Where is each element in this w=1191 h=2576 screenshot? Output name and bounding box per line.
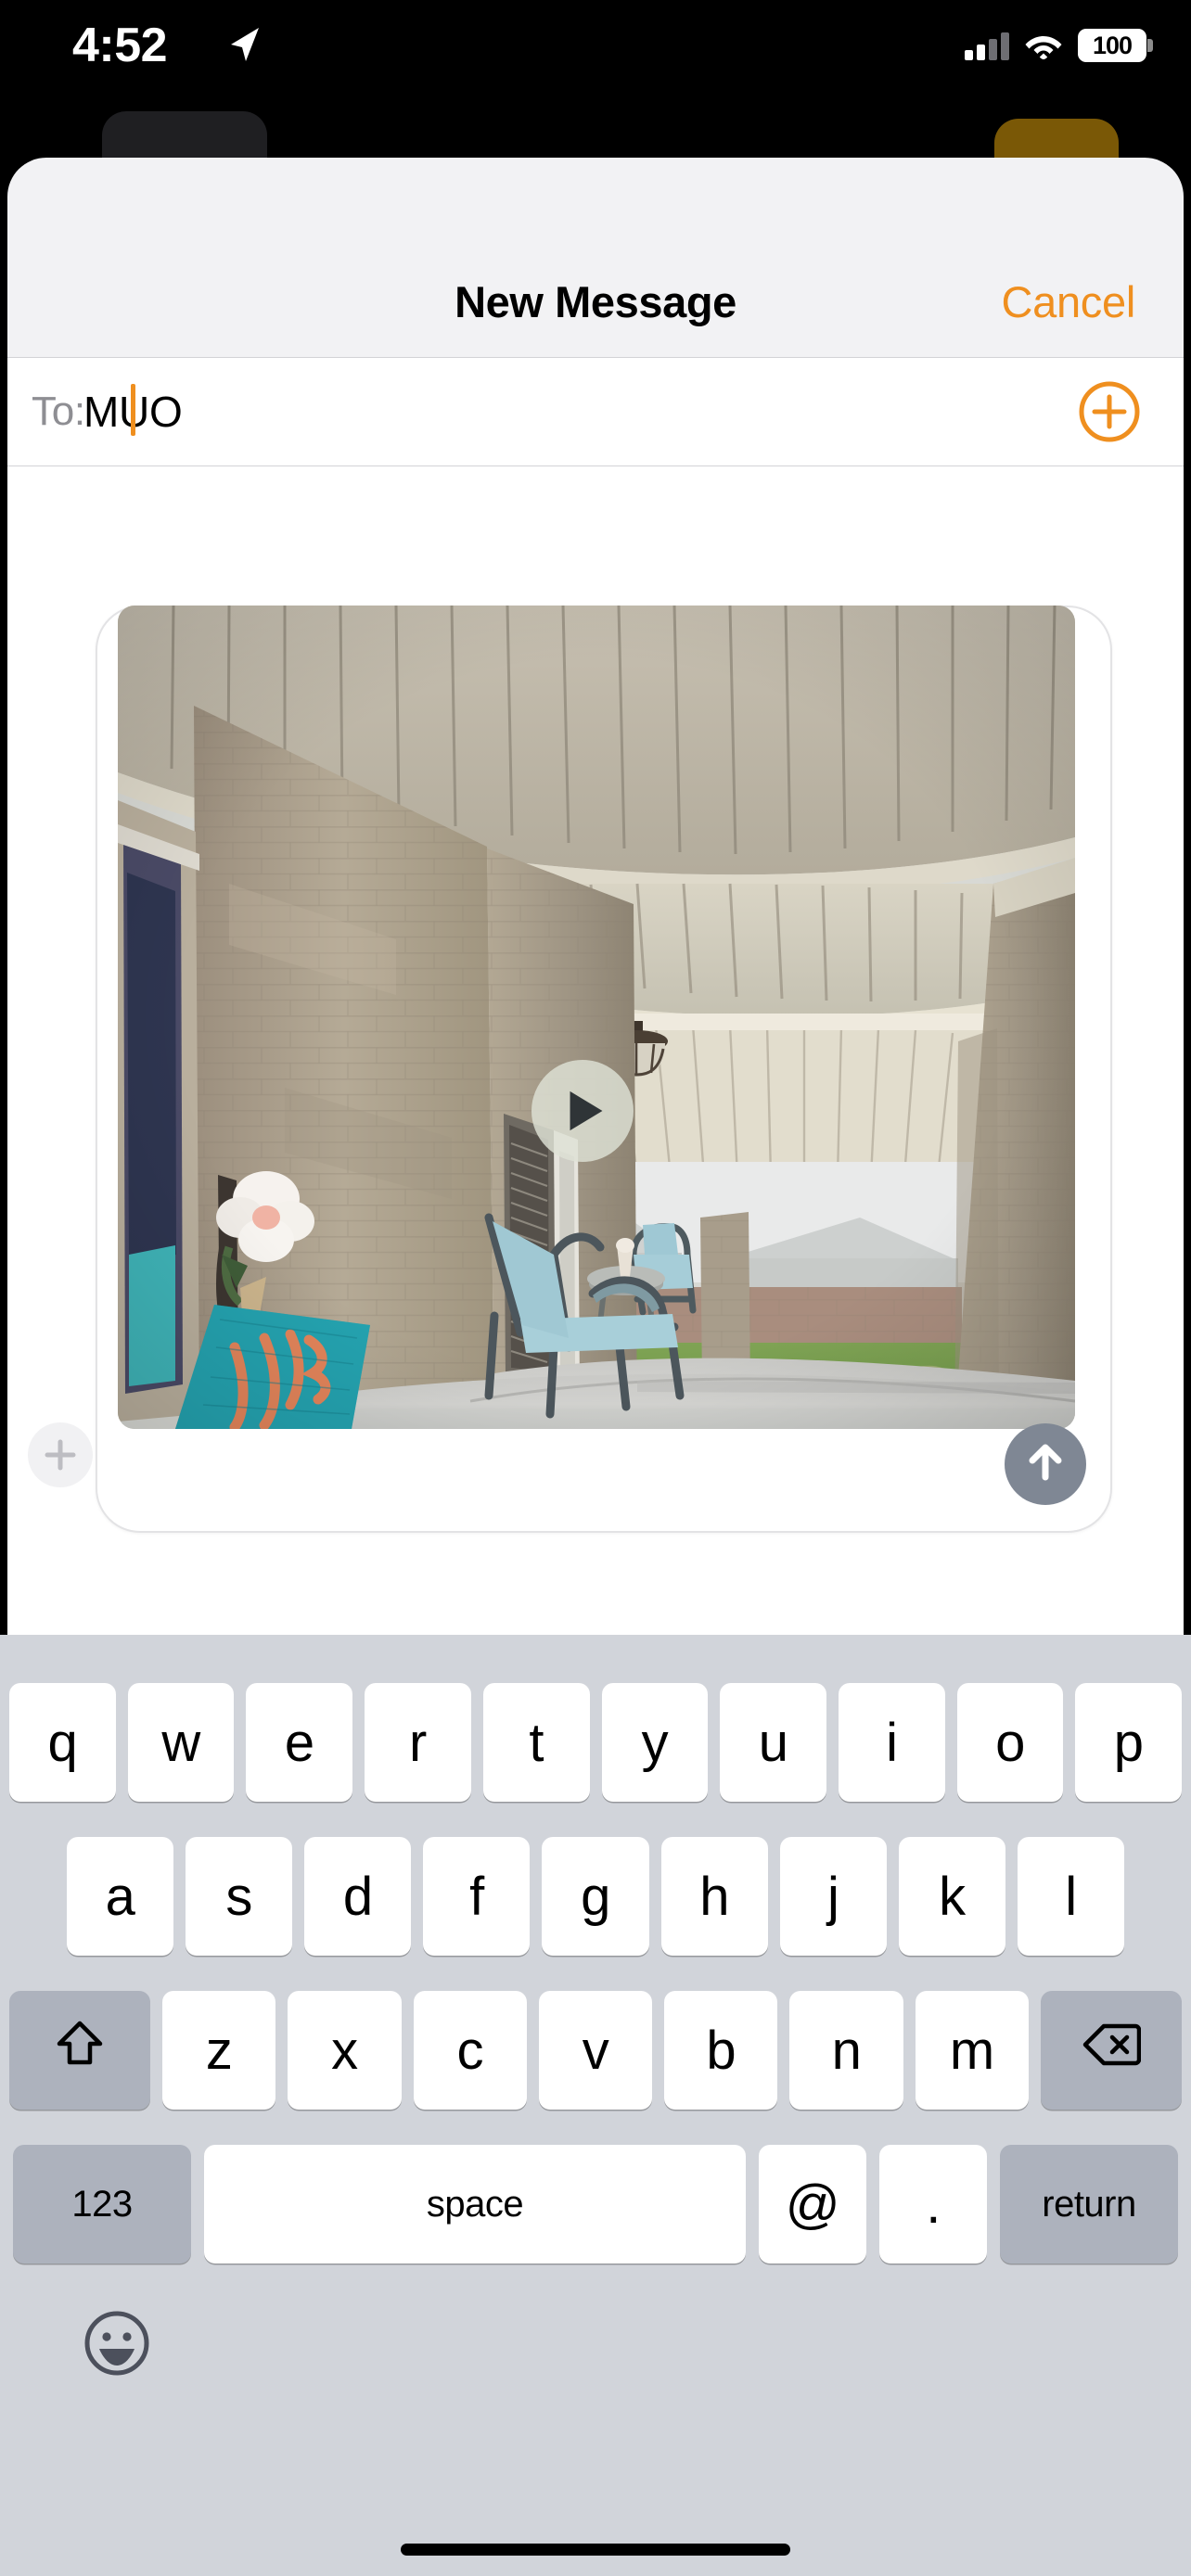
location-arrow-icon [225, 24, 263, 65]
period-key[interactable]: . [879, 2145, 987, 2264]
key-s[interactable]: s [186, 1837, 293, 1956]
key-c[interactable]: c [413, 1991, 527, 2110]
compose-area [7, 466, 1184, 1635]
key-o[interactable]: o [956, 1683, 1064, 1802]
send-button[interactable] [1005, 1423, 1086, 1505]
play-triangle-icon[interactable] [531, 1060, 634, 1162]
key-y[interactable]: y [601, 1683, 709, 1802]
key-b[interactable]: b [664, 1991, 778, 2110]
key-u[interactable]: u [720, 1683, 826, 1802]
key-p[interactable]: p [1075, 1683, 1183, 1802]
cellular-bars-icon [965, 31, 1009, 60]
keyboard-row-4: 123 space @ . return [0, 2145, 1191, 2264]
delete-left-icon [1082, 2020, 1142, 2082]
shift-arrow-up-icon [56, 2018, 104, 2083]
wifi-icon [1024, 31, 1063, 60]
emoji-key[interactable] [82, 2308, 152, 2378]
arrow-up-icon [1023, 1440, 1068, 1489]
key-f[interactable]: f [423, 1837, 531, 1956]
porch-camera-frame [118, 606, 1075, 1429]
home-indicator [401, 2544, 790, 2556]
status-bar-indicators: 100 [965, 24, 1153, 67]
key-w[interactable]: w [127, 1683, 235, 1802]
recipient-field-row[interactable]: To: MUO [7, 357, 1184, 466]
key-h[interactable]: h [660, 1837, 768, 1956]
message-input-bubble[interactable] [96, 606, 1112, 1533]
key-z[interactable]: z [162, 1991, 276, 2110]
key-a[interactable]: a [67, 1837, 174, 1956]
video-attachment-thumbnail[interactable] [118, 606, 1075, 1429]
onscreen-keyboard: qwertyuiop asdfghjkl zxcvbnm 123 space @… [0, 1635, 1191, 2576]
key-q[interactable]: q [9, 1683, 116, 1802]
space-key[interactable]: space [204, 2145, 746, 2264]
key-i[interactable]: i [838, 1683, 945, 1802]
battery-level-label: 100 [1092, 31, 1133, 59]
key-n[interactable]: n [789, 1991, 903, 2110]
emoji-smiley-icon [82, 2311, 152, 2382]
key-m[interactable]: m [915, 1991, 1029, 2110]
iphone-screen: 4:52 100 New Message Cancel To: MUO q w … [0, 0, 1191, 2576]
numbers-key[interactable]: 123 [13, 2145, 191, 2264]
new-message-sheet: New Message Cancel To: MUO [7, 158, 1184, 1635]
return-key[interactable]: return [1000, 2145, 1178, 2264]
status-bar: 4:52 100 [0, 0, 1191, 158]
add-attachment-button[interactable] [28, 1422, 93, 1487]
backspace-key[interactable] [1041, 1991, 1182, 2110]
at-key[interactable]: @ [759, 2145, 866, 2264]
key-r[interactable]: r [365, 1683, 471, 1802]
key-v[interactable]: v [538, 1991, 653, 2110]
keyboard-row-2: asdfghjkl [0, 1837, 1191, 1956]
cancel-button[interactable]: Cancel [1001, 276, 1135, 327]
key-l[interactable]: l [1017, 1837, 1124, 1956]
key-g[interactable]: g [542, 1837, 649, 1956]
key-t[interactable]: t [482, 1683, 590, 1802]
text-caret [131, 384, 135, 436]
battery-full-icon: 100 [1078, 29, 1153, 62]
keyboard-row-1: qwertyuiop [0, 1683, 1191, 1802]
plus-circle-icon[interactable] [1078, 380, 1141, 443]
key-d[interactable]: d [304, 1837, 412, 1956]
keyboard-row-3: zxcvbnm [0, 1991, 1191, 2110]
to-label: To: [32, 389, 85, 434]
key-e[interactable]: e [246, 1683, 353, 1802]
key-k[interactable]: k [898, 1837, 1005, 1956]
key-j[interactable]: j [779, 1837, 887, 1956]
sheet-header: New Message Cancel [7, 158, 1184, 357]
shift-key[interactable] [9, 1991, 150, 2110]
key-x[interactable]: x [288, 1991, 402, 2110]
